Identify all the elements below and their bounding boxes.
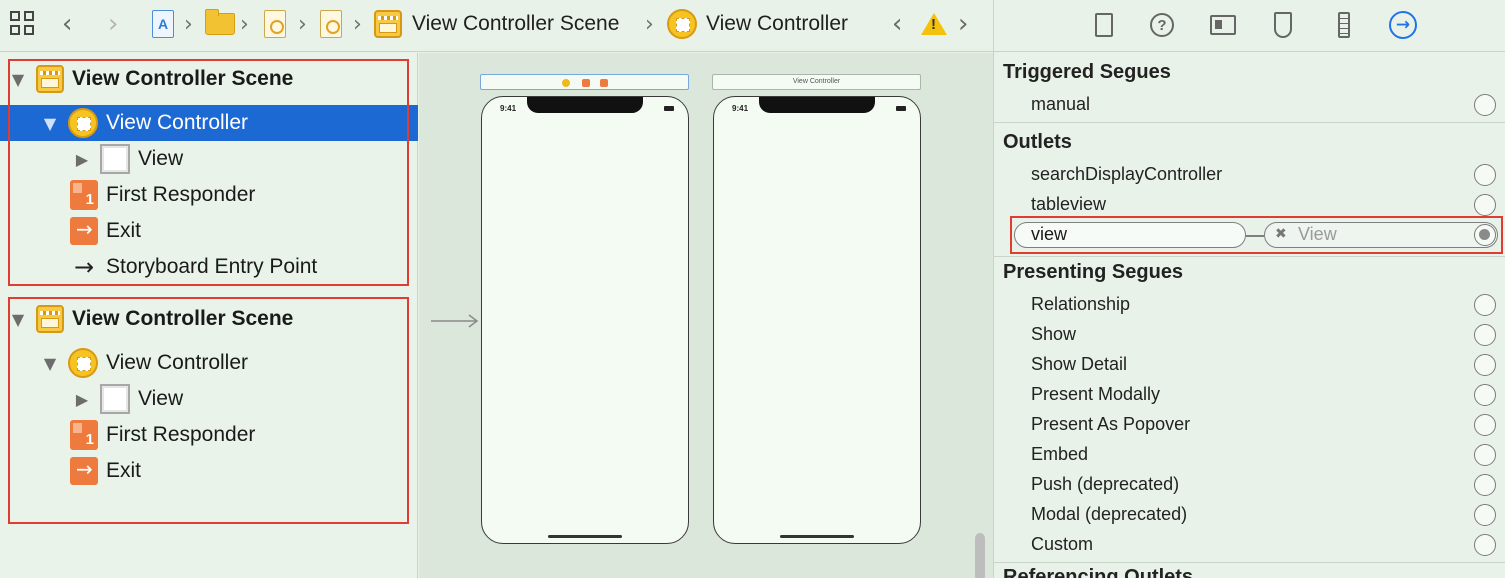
iphone-frame[interactable]: 9:41 (713, 96, 921, 544)
scene-dock-title: View Controller (792, 78, 841, 85)
attributes-inspector-icon[interactable] (1268, 10, 1298, 40)
project-icon[interactable] (152, 0, 174, 48)
battery-icon (664, 106, 674, 111)
connection-circle[interactable] (1474, 354, 1496, 376)
connection-label: Custom (1031, 534, 1094, 554)
connection-circle[interactable] (1474, 324, 1496, 346)
section-header: Outlets (1003, 131, 1072, 153)
jump-bar: ‹ › › › › › View Controller Scene › View… (0, 0, 993, 52)
breadcrumb-separator: › (298, 11, 307, 37)
section-header: Presenting Segues (1003, 261, 1184, 283)
connection-label: Embed (1031, 444, 1089, 464)
home-indicator (780, 535, 854, 538)
section-header: Referencing Outlets (1003, 566, 1194, 578)
previous-issue-icon[interactable]: ‹ (892, 0, 902, 48)
scene-dock[interactable] (480, 74, 689, 90)
breadcrumb-controller-label: View Controller (706, 12, 849, 35)
home-indicator (548, 535, 622, 538)
connection-label: Present Modally (1031, 384, 1161, 404)
identity-inspector-icon[interactable] (1208, 10, 1238, 40)
scene-icon (374, 10, 402, 38)
document-outline: ▼ View Controller Scene ▼ View Controlle… (0, 53, 418, 578)
highlight-box (8, 59, 409, 286)
connection-label: searchDisplayController (1031, 164, 1223, 184)
highlight-box (8, 297, 409, 524)
connection-circle[interactable] (1474, 414, 1496, 436)
entry-point-arrow-icon[interactable] (431, 311, 479, 331)
scrollbar[interactable] (975, 533, 985, 578)
first-responder-icon[interactable] (582, 79, 590, 87)
section-header: Triggered Segues (1003, 61, 1171, 83)
breadcrumb-separator: › (240, 11, 249, 37)
divider (994, 562, 1505, 563)
connection-circle[interactable] (1474, 94, 1496, 116)
view-controller-icon[interactable] (562, 79, 570, 87)
connections-inspector: ? → Triggered Segues manual Outlets sear… (993, 0, 1505, 578)
help-inspector-icon[interactable]: ? (1147, 10, 1177, 40)
exit-icon[interactable] (600, 79, 608, 87)
forward-icon[interactable]: › (108, 0, 118, 48)
status-time: 9:41 (500, 104, 517, 113)
inspector-tabs: ? → (994, 0, 1505, 52)
connections-inspector-icon[interactable]: → (1388, 10, 1418, 40)
folder-icon[interactable] (205, 0, 235, 48)
warning-icon[interactable] (921, 0, 947, 48)
connection-circle[interactable] (1474, 444, 1496, 466)
notch (527, 97, 643, 113)
breadcrumb-scene-label: View Controller Scene (412, 12, 620, 35)
connection-circle[interactable] (1474, 384, 1496, 406)
breadcrumb-controller[interactable]: View Controller (667, 0, 848, 48)
connection-label: manual (1031, 94, 1091, 114)
connection-label: Show Detail (1031, 354, 1128, 374)
back-icon[interactable]: ‹ (62, 0, 72, 48)
connection-label: tableview (1031, 194, 1107, 214)
highlight-box (1010, 216, 1503, 254)
next-issue-icon[interactable]: › (958, 0, 968, 48)
file-inspector-icon[interactable] (1089, 10, 1119, 40)
divider (994, 256, 1505, 257)
status-time: 9:41 (732, 104, 749, 113)
connection-circle[interactable] (1474, 504, 1496, 526)
connection-label: Relationship (1031, 294, 1131, 314)
connection-label: Push (deprecated) (1031, 474, 1180, 494)
view-controller-icon (667, 9, 697, 39)
connection-circle[interactable] (1474, 194, 1496, 216)
divider (994, 122, 1505, 123)
size-inspector-icon[interactable] (1329, 10, 1359, 40)
connection-label: Modal (deprecated) (1031, 504, 1188, 524)
breadcrumb-separator: › (184, 11, 193, 37)
grid-icon[interactable] (10, 0, 36, 48)
battery-icon (896, 106, 906, 111)
connection-circle[interactable] (1474, 534, 1496, 556)
breadcrumb-separator: › (645, 11, 654, 37)
breadcrumb-scene[interactable]: View Controller Scene (374, 0, 619, 48)
connection-label: Present As Popover (1031, 414, 1191, 434)
breadcrumb-separator: › (353, 11, 362, 37)
connection-circle[interactable] (1474, 474, 1496, 496)
iphone-frame[interactable]: 9:41 (481, 96, 689, 544)
scene-dock[interactable]: View Controller (712, 74, 921, 90)
connection-label: Show (1031, 324, 1077, 344)
storyboard-canvas[interactable]: 9:41 View Controller 9:41 (419, 53, 993, 578)
notch (759, 97, 875, 113)
connection-circle[interactable] (1474, 164, 1496, 186)
storyboard-icon[interactable] (320, 0, 342, 48)
connection-circle[interactable] (1474, 294, 1496, 316)
storyboard-file-icon[interactable] (264, 0, 286, 48)
